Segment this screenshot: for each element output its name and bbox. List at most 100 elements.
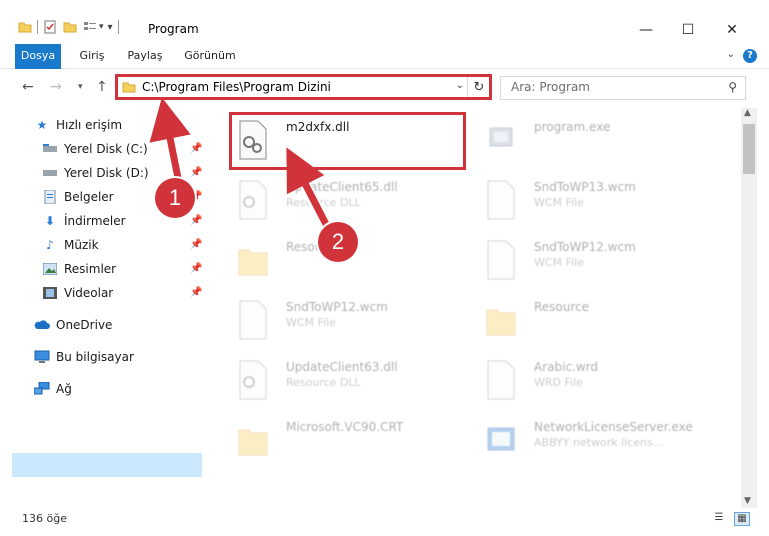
sidebar-item-music[interactable]: ♪ Müzik	[42, 234, 99, 256]
list-item-networklicenseserver[interactable]: NetworkLicenseServer.exe ABBYY network l…	[468, 412, 708, 468]
file-name: SndToWP12.wcm	[534, 240, 636, 254]
minimize-icon: —	[639, 22, 653, 38]
pin-icon[interactable]: 📌	[190, 167, 202, 178]
file-name: SndToWP13.wcm	[534, 180, 636, 194]
details-view-icon[interactable]: ☰	[712, 512, 726, 524]
properties-icon[interactable]	[43, 20, 57, 34]
sidebar-item-quick-access[interactable]: ★ Hızlı erişim	[34, 114, 122, 136]
sidebar-item-disk-d[interactable]: Yerel Disk (D:)	[42, 162, 149, 184]
sidebar-item-network[interactable]: Ağ	[34, 378, 72, 400]
sidebar-item-downloads[interactable]: ⬇ İndirmeler	[42, 210, 126, 232]
item-count: 136 öğe	[22, 512, 67, 525]
folder-icon	[238, 429, 268, 456]
videos-icon	[42, 285, 58, 301]
sidebar-item-label: Ağ	[56, 382, 72, 396]
view-options-icon[interactable]	[83, 20, 97, 34]
scroll-up-icon[interactable]: ▲	[744, 108, 751, 118]
file-name: Arabic.wrd	[534, 360, 599, 374]
file-name: Resource	[534, 300, 590, 314]
list-item-resource-folder-2[interactable]: Resource	[468, 292, 708, 348]
sidebar-item-documents[interactable]: Belgeler	[42, 186, 114, 208]
file-type: Resource DLL	[286, 196, 361, 209]
file-name: UpdateClient65.dll	[286, 180, 398, 194]
list-item-updateclient65[interactable]: UpdateClient65.dll Resource DLL	[220, 172, 460, 228]
list-item-arabic-wrd[interactable]: Arabic.wrd WRD File	[468, 352, 708, 408]
customize-toolbar-icon[interactable]: ▾	[108, 22, 113, 33]
step-badge-1: 1	[155, 178, 195, 218]
pin-icon[interactable]: 📌	[190, 287, 202, 298]
folder-icon	[486, 309, 516, 336]
file-type: WCM File	[534, 196, 584, 209]
scrollbar-thumb[interactable]	[743, 124, 755, 174]
folder-icon[interactable]	[18, 20, 32, 34]
search-box[interactable]: Ara: Program ⚲	[500, 76, 746, 100]
up-button[interactable]: ↑	[96, 79, 108, 95]
tab-share[interactable]: Paylaş	[122, 44, 168, 68]
sidebar-item-pictures[interactable]: Resimler	[42, 258, 116, 280]
file-name: program.exe	[534, 120, 611, 134]
sidebar-item-label: Yerel Disk (D:)	[64, 166, 149, 180]
chevron-down-icon[interactable]: ▾	[99, 22, 104, 32]
file-type: ABBYY network licens...	[534, 436, 664, 449]
search-input[interactable]: Ara: Program	[511, 80, 590, 94]
sidebar-item-label: Hızlı erişim	[56, 118, 123, 132]
quick-access-toolbar: ▾ ▾	[18, 20, 124, 34]
maximize-button[interactable]: ☐	[668, 16, 708, 44]
pictures-icon	[42, 261, 58, 277]
sidebar-selection	[12, 453, 202, 477]
list-item-sndtowp12-a[interactable]: SndToWP12.wcm WCM File	[468, 232, 708, 288]
sidebar-item-label: İndirmeler	[64, 214, 126, 228]
status-bar: 136 öğe ☰ ▦	[0, 508, 769, 536]
close-button[interactable]: ✕	[712, 16, 752, 44]
file-icon	[487, 180, 515, 220]
list-item-updateclient63[interactable]: UpdateClient63.dll Resource DLL	[220, 352, 460, 408]
file-icon	[239, 300, 267, 340]
scroll-down-icon[interactable]: ▼	[744, 496, 751, 506]
cloud-icon	[34, 317, 50, 333]
vertical-scrollbar[interactable]: ▲ ▼	[741, 108, 757, 508]
documents-icon	[42, 189, 58, 205]
help-button[interactable]: ?	[743, 49, 757, 63]
sidebar-item-label: Müzik	[64, 238, 99, 252]
recent-locations-button[interactable]: ▾	[78, 82, 83, 92]
list-item-vc90-crt[interactable]: Microsoft.VC90.CRT	[220, 412, 460, 468]
star-icon: ★	[36, 118, 48, 132]
tab-view[interactable]: Görünüm	[180, 44, 240, 68]
sidebar-item-videos[interactable]: Videolar	[42, 282, 113, 304]
pin-icon[interactable]: 📌	[190, 215, 202, 226]
sidebar-item-label: Yerel Disk (C:)	[64, 142, 148, 156]
toolbar-separator	[117, 20, 119, 34]
back-button[interactable]: ←	[22, 79, 34, 95]
forward-button[interactable]: →	[50, 79, 62, 95]
file-name: NetworkLicenseServer.exe	[534, 420, 693, 434]
list-item-sndtowp13[interactable]: SndToWP13.wcm WCM File	[468, 172, 708, 228]
navigation-pane: ★ Hızlı erişim Yerel Disk (C:) 📌 Yerel D…	[0, 108, 205, 508]
sidebar-item-label: Videolar	[64, 286, 114, 300]
file-type: Resource DLL	[286, 376, 361, 389]
search-icon[interactable]: ⚲	[728, 80, 737, 94]
list-item-program-exe[interactable]: program.exe	[468, 112, 708, 168]
sidebar-item-onedrive[interactable]: OneDrive	[34, 314, 112, 336]
minimize-button[interactable]: —	[626, 16, 666, 44]
toolbar-separator	[37, 20, 38, 34]
exe-icon	[489, 127, 513, 147]
sidebar-item-label: Bu bilgisayar	[56, 350, 134, 364]
sidebar-item-disk-c[interactable]: Yerel Disk (C:)	[42, 138, 148, 160]
file-name: SndToWP12.wcm	[286, 300, 388, 314]
new-folder-icon[interactable]	[63, 20, 77, 34]
sidebar-item-label: Belgeler	[64, 190, 114, 204]
pin-icon[interactable]: 📌	[190, 239, 202, 250]
large-icons-view-icon[interactable]: ▦	[734, 512, 750, 526]
dll-icon	[239, 180, 267, 220]
tab-home[interactable]: Giriş	[72, 44, 112, 68]
drive-icon	[42, 165, 58, 181]
pin-icon[interactable]: 📌	[190, 263, 202, 274]
sidebar-item-this-pc[interactable]: Bu bilgisayar	[34, 346, 134, 368]
download-icon: ⬇	[44, 214, 56, 228]
file-type: WRD File	[534, 376, 583, 389]
list-item-sndtowp12-b[interactable]: SndToWP12.wcm WCM File	[220, 292, 460, 348]
file-highlight-box	[229, 112, 466, 170]
file-type: WCM File	[534, 256, 584, 269]
pin-icon[interactable]: 📌	[190, 143, 202, 154]
ribbon-expand-icon[interactable]: ⌄	[727, 49, 735, 60]
